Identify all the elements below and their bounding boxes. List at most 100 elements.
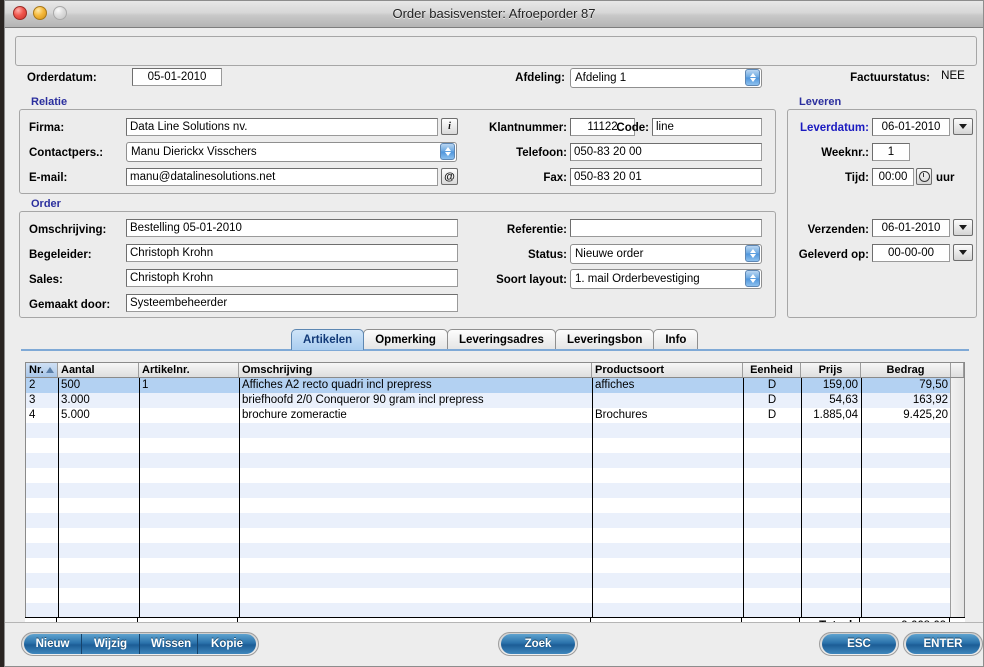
- table-cell[interactable]: 79,50: [861, 378, 951, 393]
- verzenden-dropdown-icon[interactable]: [953, 219, 973, 236]
- table-cell[interactable]: D: [743, 408, 801, 423]
- table-header-nr[interactable]: Nr.: [26, 363, 58, 377]
- table-cell[interactable]: [239, 603, 592, 618]
- leverdatum-dropdown-icon[interactable]: [953, 118, 973, 135]
- table-body[interactable]: 2 500 1 Affiches A2 recto quadri incl prepr…: [26, 378, 964, 639]
- referentie-field[interactable]: [570, 219, 762, 237]
- table-cell[interactable]: [801, 468, 861, 483]
- table-cell[interactable]: [861, 483, 951, 498]
- table-cell[interactable]: [743, 543, 801, 558]
- table-cell[interactable]: [743, 573, 801, 588]
- table-cell[interactable]: 54,63: [801, 393, 861, 408]
- table-cell[interactable]: [58, 573, 139, 588]
- enter-button[interactable]: ENTER: [903, 632, 983, 656]
- leverdatum-field[interactable]: 06-01-2010: [872, 118, 950, 136]
- table-cell[interactable]: [743, 603, 801, 618]
- table-row[interactable]: [26, 513, 964, 528]
- table-cell[interactable]: 500: [58, 378, 139, 393]
- table-cell[interactable]: [801, 498, 861, 513]
- table-cell[interactable]: [592, 588, 743, 603]
- table-cell[interactable]: [592, 483, 743, 498]
- table-header-eenheid[interactable]: Eenheid: [743, 363, 801, 377]
- kopie-button[interactable]: Kopie: [198, 634, 256, 654]
- table-cell[interactable]: [861, 438, 951, 453]
- table-cell[interactable]: 9.425,20: [861, 408, 951, 423]
- table-row[interactable]: [26, 528, 964, 543]
- table-cell[interactable]: [743, 528, 801, 543]
- table-header-aantal[interactable]: Aantal: [58, 363, 139, 377]
- table-cell[interactable]: [26, 588, 58, 603]
- table-cell[interactable]: 3: [26, 393, 58, 408]
- table-cell[interactable]: [861, 558, 951, 573]
- table-row[interactable]: [26, 438, 964, 453]
- table-cell[interactable]: [861, 528, 951, 543]
- table-cell[interactable]: [239, 513, 592, 528]
- tijd-field[interactable]: 00:00: [872, 168, 914, 186]
- table-cell[interactable]: [58, 543, 139, 558]
- table-cell[interactable]: [861, 588, 951, 603]
- table-cell[interactable]: [239, 483, 592, 498]
- table-cell[interactable]: [861, 423, 951, 438]
- table-cell[interactable]: 1: [139, 378, 239, 393]
- table-cell[interactable]: [592, 453, 743, 468]
- table-cell[interactable]: D: [743, 378, 801, 393]
- table-cell[interactable]: [26, 513, 58, 528]
- table-cell[interactable]: [239, 588, 592, 603]
- table-cell[interactable]: [139, 513, 239, 528]
- table-cell[interactable]: [58, 603, 139, 618]
- table-cell[interactable]: [743, 468, 801, 483]
- table-cell[interactable]: Brochures: [592, 408, 743, 423]
- table-cell[interactable]: [861, 468, 951, 483]
- table-cell[interactable]: [239, 498, 592, 513]
- table-cell[interactable]: [139, 453, 239, 468]
- afdeling-select[interactable]: Afdeling 1: [570, 68, 762, 88]
- table-cell[interactable]: 1.885,04: [801, 408, 861, 423]
- orderdatum-field[interactable]: 05-01-2010: [132, 68, 222, 86]
- tab-opmerking[interactable]: Opmerking: [363, 329, 448, 350]
- table-row[interactable]: [26, 543, 964, 558]
- table-cell[interactable]: [743, 453, 801, 468]
- tab-info[interactable]: Info: [653, 329, 699, 350]
- begeleider-field[interactable]: Christoph Krohn: [126, 244, 458, 262]
- sales-field[interactable]: Christoph Krohn: [126, 269, 458, 287]
- table-header-blank[interactable]: [951, 363, 964, 377]
- tab-bar[interactable]: Artikelen Opmerking Leveringsadres Levering…: [291, 328, 983, 350]
- table-cell[interactable]: [861, 543, 951, 558]
- nieuw-button[interactable]: Nieuw: [24, 634, 82, 654]
- table-cell[interactable]: [801, 543, 861, 558]
- table-cell[interactable]: [801, 528, 861, 543]
- table-cell[interactable]: [26, 468, 58, 483]
- table-cell[interactable]: [592, 543, 743, 558]
- geleverd-op-field[interactable]: 00-00-00: [872, 244, 950, 262]
- contactpers-select[interactable]: Manu Dierickx Visschers: [126, 142, 457, 162]
- table-cell[interactable]: [26, 483, 58, 498]
- table-cell[interactable]: [743, 588, 801, 603]
- table-cell[interactable]: 5.000: [58, 408, 139, 423]
- table-cell[interactable]: [26, 438, 58, 453]
- table-cell[interactable]: [139, 543, 239, 558]
- table-cell[interactable]: [861, 498, 951, 513]
- tab-leveringsadres[interactable]: Leveringsadres: [446, 329, 556, 350]
- table-cell[interactable]: [592, 603, 743, 618]
- table-cell[interactable]: [743, 438, 801, 453]
- window-titlebar[interactable]: Order basisvenster: Afroeporder 87: [5, 1, 983, 28]
- afdeling-stepper-icon[interactable]: [745, 69, 760, 86]
- table-cell[interactable]: [592, 438, 743, 453]
- tab-leveringsbon[interactable]: Leveringsbon: [554, 329, 655, 350]
- table-cell[interactable]: [239, 558, 592, 573]
- table-cell[interactable]: [26, 603, 58, 618]
- table-cell[interactable]: [801, 453, 861, 468]
- status-select[interactable]: Nieuwe order: [570, 244, 762, 264]
- table-cell[interactable]: [801, 588, 861, 603]
- soort-layout-select[interactable]: 1. mail Orderbevestiging: [570, 269, 762, 289]
- gemaakt-door-field[interactable]: Systeembeheerder: [126, 294, 458, 312]
- table-header-productsoort[interactable]: Productsoort: [592, 363, 743, 377]
- table-cell[interactable]: [861, 453, 951, 468]
- table-cell[interactable]: [139, 528, 239, 543]
- table-cell[interactable]: [26, 543, 58, 558]
- table-cell[interactable]: [592, 528, 743, 543]
- table-cell[interactable]: [58, 483, 139, 498]
- table-cell[interactable]: briefhoofd 2/0 Conqueror 90 gram incl pr…: [239, 393, 592, 408]
- table-cell[interactable]: Affiches A2 recto quadri incl prepress: [239, 378, 592, 393]
- table-row[interactable]: 3 3.000 briefhoofd 2/0 Conqueror 90 gram i…: [26, 393, 964, 408]
